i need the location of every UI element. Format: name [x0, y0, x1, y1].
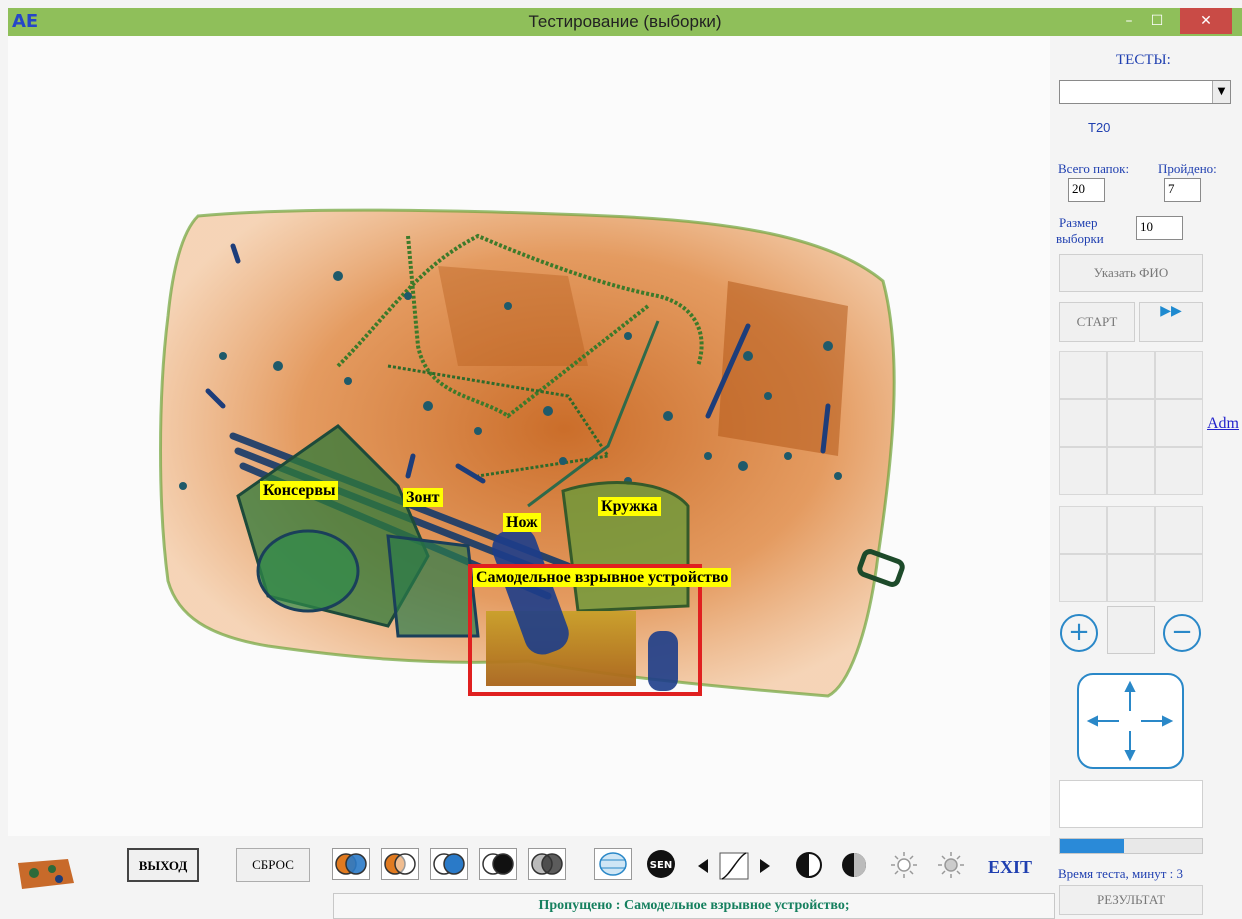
exit-link[interactable]: EXIT [988, 857, 1032, 878]
start-button[interactable]: СТАРТ [1059, 302, 1135, 342]
label-cans: Консервы [260, 481, 339, 500]
grid-cell[interactable] [1107, 554, 1155, 602]
sen-icon[interactable]: SEN [642, 848, 680, 880]
grid-cell[interactable] [1059, 351, 1107, 399]
exit-button[interactable]: ВЫХОД [127, 848, 199, 882]
tests-select[interactable]: ▼ [1059, 80, 1231, 104]
grid-cell[interactable] [1107, 399, 1155, 447]
contrast-slider[interactable] [694, 851, 776, 881]
black-white-filter-icon[interactable] [479, 848, 517, 880]
close-button[interactable]: ✕ [1180, 8, 1232, 34]
grid-cell[interactable] [1155, 351, 1203, 399]
sample-size-field[interactable]: 10 [1136, 216, 1183, 240]
minimize-button[interactable]: – [1115, 8, 1143, 34]
grid-cell[interactable] [1107, 351, 1155, 399]
orange-filter-icon[interactable] [381, 848, 419, 880]
result-button[interactable]: РЕЗУЛЬТАТ [1059, 885, 1203, 915]
total-folders-label: Всего папок: [1058, 161, 1130, 176]
xray-image-area: Консервы Зонт Нож Кружка Самодельное взр… [8, 36, 1050, 836]
passed-field[interactable]: 7 [1164, 178, 1201, 202]
title-bar: АЕ Тестирование (выборки) – ☐ ✕ [8, 8, 1242, 36]
grayscale-filter-icon[interactable] [528, 848, 566, 880]
sen-icon-text: SEN [650, 860, 672, 871]
test-id: T20 [1088, 120, 1111, 135]
blue-filter-icon[interactable] [430, 848, 468, 880]
passed-label: Пройдено: [1158, 161, 1217, 176]
adm-link[interactable]: Adm [1207, 415, 1239, 433]
grid-cell[interactable] [1107, 506, 1155, 554]
grid-cell[interactable] [1155, 506, 1203, 554]
organic-filter-icon[interactable] [594, 848, 632, 880]
zoom-in-button[interactable]: + [1060, 614, 1098, 652]
zoom-reset-cell[interactable] [1107, 606, 1155, 654]
specify-name-button[interactable]: Указать ФИО [1059, 254, 1203, 292]
decrease-icon [698, 859, 708, 873]
label-umbrella: Зонт [403, 488, 443, 507]
grid-cell[interactable] [1155, 554, 1203, 602]
progress-fill [1060, 839, 1124, 853]
zoom-out-button[interactable]: − [1163, 614, 1201, 652]
total-folders-field[interactable]: 20 [1068, 178, 1105, 202]
grid-cell[interactable] [1155, 447, 1203, 495]
control-panel: ТЕСТЫ: ▼ T20 Всего папок: Пройдено: 20 7… [1050, 36, 1242, 919]
window-title: Тестирование (выборки) [528, 12, 722, 31]
label-ied: Самодельное взрывное устройство [473, 568, 732, 587]
grid-cell[interactable] [1155, 399, 1203, 447]
pan-arrows-icon[interactable] [1077, 673, 1184, 769]
thumbnail-icon[interactable] [14, 853, 76, 893]
xray-baggage-image [159, 208, 905, 698]
sample-size-label-1: Размер [1059, 215, 1098, 230]
grid-cell[interactable] [1059, 447, 1107, 495]
orange-blue-filter-icon[interactable] [332, 848, 370, 880]
brightness-down-icon[interactable] [890, 851, 918, 879]
grid-cell[interactable] [1059, 399, 1107, 447]
brightness-up-icon[interactable] [937, 851, 965, 879]
maximize-button[interactable]: ☐ [1143, 8, 1171, 34]
grid-cell[interactable] [1059, 554, 1107, 602]
status-bar: Пропущено : Самодельное взрывное устройс… [333, 893, 1055, 919]
label-knife: Нож [503, 513, 541, 532]
grid-cell[interactable] [1107, 447, 1155, 495]
info-box [1059, 780, 1203, 828]
status-text: Пропущено : Самодельное взрывное устройс… [538, 898, 850, 913]
fast-forward-button[interactable]: ▶▶ [1139, 302, 1203, 342]
inverse-contrast-icon[interactable] [840, 851, 868, 879]
chevron-down-icon[interactable]: ▼ [1212, 81, 1230, 103]
increase-icon [760, 859, 770, 873]
sample-size-label-2: выборки [1056, 231, 1104, 246]
reset-button[interactable]: СБРОС [236, 848, 310, 882]
tests-title: ТЕСТЫ: [1116, 52, 1171, 68]
test-time-label: Время теста, минут : 3 [1058, 866, 1183, 881]
label-mug: Кружка [598, 497, 661, 516]
contrast-icon[interactable] [795, 851, 823, 879]
grid-cell[interactable] [1059, 506, 1107, 554]
progress-bar [1059, 838, 1203, 854]
